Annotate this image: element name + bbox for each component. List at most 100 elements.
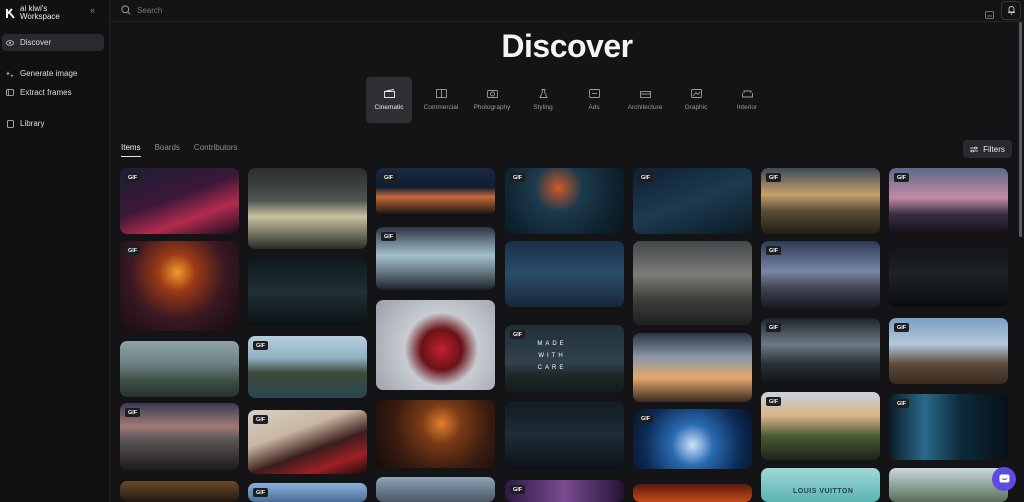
chevrons-left-icon[interactable]: « [90,5,100,15]
gif-badge: GIF [125,408,141,417]
media-thumbnail[interactable] [889,241,1008,307]
category-styling[interactable]: Styling [518,77,568,123]
dress-icon [538,89,548,98]
sidebar-item-discover[interactable]: Discover [2,34,104,51]
logo-icon [5,7,17,19]
media-thumbnail[interactable]: GIF [120,168,239,234]
gif-badge: GIF [510,485,526,494]
gif-badge: GIF [894,173,910,182]
tab-boards[interactable]: Boards [155,143,180,157]
category-label: Styling [533,104,553,111]
scrollbar[interactable] [1018,22,1023,242]
notifications-button[interactable] [1001,1,1021,20]
search-bar[interactable] [115,1,1000,20]
gif-badge: GIF [894,323,910,332]
thumbnail-image [120,481,239,502]
media-thumbnail[interactable]: GIF [376,168,495,216]
gif-badge: GIF [253,488,269,497]
media-thumbnail[interactable] [376,477,495,502]
eye-icon [6,39,14,47]
media-thumbnail[interactable]: GIF [248,336,367,398]
thumbnail-image [376,477,495,502]
tab-items[interactable]: Items [121,143,141,157]
thumbnail-image [376,400,495,468]
gif-badge: GIF [766,323,782,332]
thumbnail-image [633,484,752,502]
category-label: Commercial [423,104,459,111]
media-thumbnail[interactable]: GIF [633,168,752,234]
media-thumbnail[interactable]: GIF [376,227,495,290]
media-thumbnail[interactable] [633,333,752,402]
media-thumbnail[interactable]: GIF [248,410,367,474]
media-thumbnail[interactable]: GIF [120,403,239,470]
frames-icon [6,89,14,97]
media-thumbnail[interactable] [376,300,495,390]
media-thumbnail[interactable] [505,401,624,469]
media-thumbnail[interactable]: GIF [761,241,880,309]
bell-icon [1007,2,1016,20]
sidebar-item-extract-frames[interactable]: Extract frames [2,84,104,101]
media-thumbnail[interactable] [376,400,495,468]
ads-icon [588,89,600,98]
filters-button[interactable]: Filters [963,140,1012,158]
sidebar-item-label: Extract frames [20,88,72,97]
media-thumbnail[interactable] [248,168,367,249]
image-search-icon[interactable] [985,6,994,19]
media-thumbnail[interactable]: GIF [248,483,367,502]
gif-badge: GIF [638,414,654,423]
media-thumbnail[interactable]: GIF [633,409,752,469]
sidebar: ai kiwi's Workspace « Discover Generate … [0,0,110,502]
filters-label: Filters [983,144,1005,154]
media-thumbnail[interactable]: GIF [505,480,624,502]
sparkle-icon [6,70,14,78]
category-bar: Cinematic Commercial Photography Styling… [366,77,773,123]
media-thumbnail[interactable]: GIF [761,168,880,234]
media-thumbnail[interactable]: GIF [120,241,239,331]
sidebar-item-library[interactable]: Library [2,115,104,132]
media-thumbnail[interactable]: GIF [761,318,880,384]
media-thumbnail[interactable]: GIF [761,392,880,460]
tab-contributors[interactable]: Contributors [194,143,238,157]
gif-badge: GIF [510,330,526,339]
thumbnail-image [633,241,752,325]
gif-badge: GIF [381,232,397,241]
category-label: Cinematic [374,104,404,111]
graphic-icon [690,89,702,98]
book-icon [6,119,14,128]
gif-badge: GIF [894,399,910,408]
media-thumbnail[interactable]: GIF [889,318,1008,384]
media-thumbnail[interactable]: GIF [889,394,1008,460]
media-thumbnail[interactable]: GIF [505,168,624,234]
category-graphic[interactable]: Graphic [671,77,721,123]
clapperboard-icon [383,89,395,98]
gif-badge: GIF [766,246,782,255]
media-thumbnail[interactable] [505,241,624,307]
media-thumbnail[interactable] [248,258,367,326]
search-input[interactable] [137,6,957,15]
category-photography[interactable]: Photography [467,77,517,123]
workspace-name: ai kiwi's Workspace [20,3,60,21]
sidebar-item-label: Generate image [20,69,78,78]
category-architecture[interactable]: Architecture [620,77,670,123]
gif-badge: GIF [510,173,526,182]
media-thumbnail[interactable] [633,241,752,325]
sidebar-item-generate-image[interactable]: Generate image [2,65,104,82]
thumbnail-image [889,241,1008,307]
gif-badge: GIF [125,246,141,255]
category-interior[interactable]: Interior [722,77,772,123]
media-thumbnail[interactable] [120,341,239,397]
media-thumbnail[interactable]: GIF [889,168,1008,234]
chat-button[interactable] [992,467,1016,491]
chat-icon [999,474,1009,482]
category-cinematic[interactable]: Cinematic [366,77,412,123]
category-label: Graphic [684,104,708,111]
media-thumbnail[interactable] [120,481,239,502]
category-commercial[interactable]: Commercial [416,77,466,123]
category-ads[interactable]: Ads [569,77,619,123]
media-thumbnail[interactable] [633,484,752,502]
media-thumbnail[interactable] [761,468,880,502]
media-thumbnail[interactable] [889,468,1008,502]
gif-badge: GIF [638,173,654,182]
building-icon [639,91,651,98]
thumbnail-image [505,401,624,469]
